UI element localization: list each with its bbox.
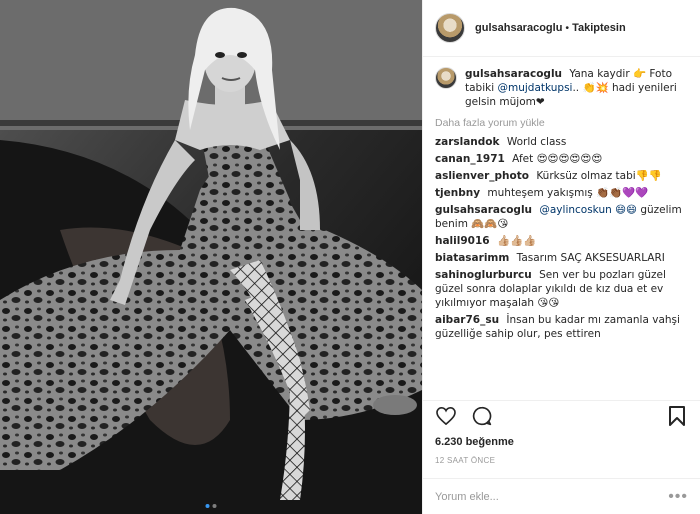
caption: gulsahsaracoglu Yana kaydir 👉 Foto tabik…: [435, 67, 688, 109]
comment-item: aslienver_photo Kürksüz olmaz tabi👎👎: [435, 169, 688, 183]
more-options-icon[interactable]: •••: [668, 488, 688, 506]
comment-username[interactable]: tjenbny: [435, 187, 480, 199]
heart-icon[interactable]: [435, 405, 457, 427]
comment-item: aibar76_su İnsan bu kadar mı zamanla vah…: [435, 313, 688, 341]
comment-username[interactable]: aibar76_su: [435, 314, 499, 326]
comments-list: gulsahsaracoglu Yana kaydir 👉 Foto tabik…: [423, 57, 700, 397]
likes-count[interactable]: 6.230 beğenme: [435, 436, 514, 448]
load-more-comments-link[interactable]: Daha fazla yorum yükle: [435, 117, 688, 129]
bookmark-icon[interactable]: [666, 405, 688, 427]
comment-item: gulsahsaracoglu @aylincoskun 😄😄 güzelim …: [435, 203, 688, 231]
action-bar: [423, 400, 700, 430]
caption-mention[interactable]: @mujdatkupsi: [497, 82, 572, 94]
post-timestamp[interactable]: 12 SAAT ÖNCE: [435, 456, 495, 465]
caption-text: gulsahsaracoglu Yana kaydir 👉 Foto tabik…: [465, 67, 688, 109]
carousel-dot[interactable]: [212, 504, 217, 508]
comment-username[interactable]: gulsahsaracoglu: [435, 204, 532, 216]
caption-avatar[interactable]: [435, 67, 457, 89]
comment-item: biatasarimm Tasarım SAÇ AKSESUARLARI: [435, 251, 688, 265]
comment-mention[interactable]: @aylincoskun 😄😄: [539, 204, 637, 216]
comment-text: muhteşem yakışmış 👏🏾👏🏾💜💜: [487, 187, 649, 199]
comment-username[interactable]: sahinoglurburcu: [435, 269, 532, 281]
comment-icon[interactable]: [471, 405, 493, 427]
comment-username[interactable]: canan_1971: [435, 153, 505, 165]
comment-item: canan_1971 Afet 😍😍😍😍😍😍: [435, 152, 688, 166]
comment-username[interactable]: halil9016: [435, 235, 490, 247]
comment-username[interactable]: zarslandok: [435, 136, 500, 148]
comment-text: Tasarım SAÇ AKSESUARLARI: [516, 252, 665, 264]
post-photo[interactable]: [0, 0, 422, 514]
post-header: gulsahsaracoglu • Takiptesin: [423, 0, 700, 57]
comment-text: World class: [506, 136, 567, 148]
avatar[interactable]: [435, 13, 465, 43]
author-username[interactable]: gulsahsaracoglu: [475, 22, 562, 34]
comment-input[interactable]: [435, 490, 669, 503]
follow-status-button[interactable]: Takiptesin: [572, 22, 626, 34]
comment-item: sahinoglurburcu Sen ver bu pozları güzel…: [435, 268, 688, 310]
comment-item: halil9016 👍🏼👍🏼👍🏼: [435, 234, 688, 248]
carousel-dot-active[interactable]: [205, 504, 210, 508]
comment-text: Kürksüz olmaz tabi👎👎: [536, 170, 662, 182]
comment-item: zarslandok World class: [435, 135, 688, 149]
header-separator: •: [565, 22, 570, 34]
caption-username[interactable]: gulsahsaracoglu: [465, 68, 562, 80]
comment-username[interactable]: aslienver_photo: [435, 170, 529, 182]
add-comment-bar: •••: [423, 478, 700, 514]
comment-text: 👍🏼👍🏼👍🏼: [496, 235, 537, 247]
comment-username[interactable]: biatasarimm: [435, 252, 509, 264]
carousel-dots: [205, 504, 217, 508]
comment-item: tjenbny muhteşem yakışmış 👏🏾👏🏾💜💜: [435, 186, 688, 200]
comment-text: Afet 😍😍😍😍😍😍: [512, 153, 603, 165]
photo-image: [0, 0, 422, 514]
post-sidebar: gulsahsaracoglu • Takiptesin gulsahsarac…: [422, 0, 700, 514]
